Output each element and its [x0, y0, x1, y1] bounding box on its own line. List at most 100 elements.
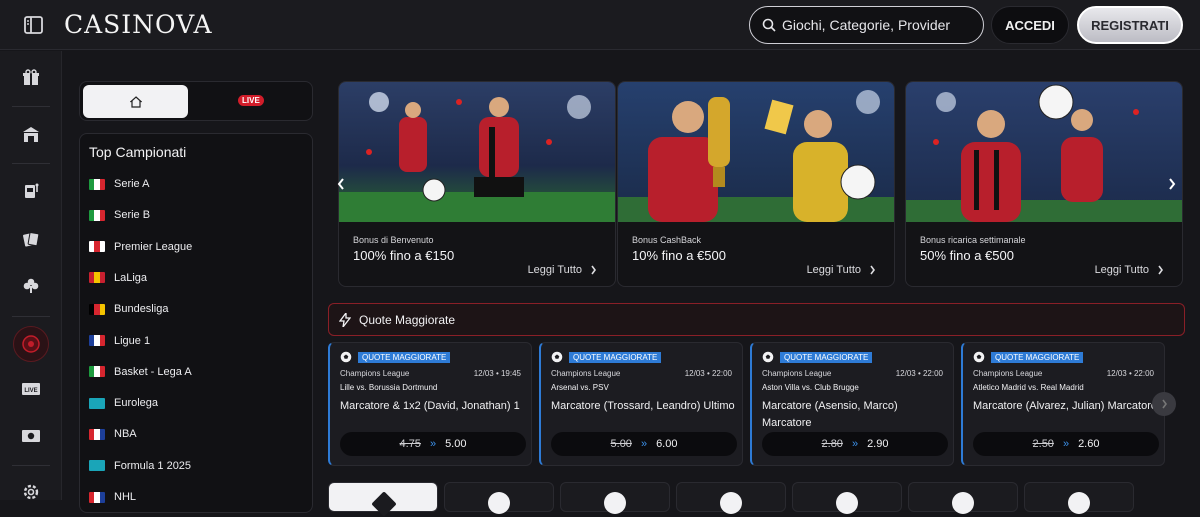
- league-label: NBA: [114, 428, 137, 441]
- league-item[interactable]: NHL: [89, 489, 136, 505]
- promo-card[interactable]: Bonus di Benvenuto 100% fino a €150 Leggi …: [338, 81, 616, 287]
- promo-image: [339, 82, 615, 222]
- league-item[interactable]: Ligue 1: [89, 333, 150, 349]
- boosted-odd-card[interactable]: QUOTE MAGGIORATE Champions League 12/03 • …: [539, 342, 743, 466]
- country-flag-icon: [89, 428, 105, 440]
- promo-title: 50% fino a €500: [920, 248, 1014, 263]
- league-item[interactable]: Eurolega: [89, 395, 158, 411]
- country-flag-icon: [89, 303, 105, 315]
- league-item[interactable]: Serie A: [89, 176, 149, 192]
- sport-tab-basket[interactable]: [560, 482, 670, 514]
- live-tv-icon[interactable]: LIVE: [13, 371, 49, 407]
- top-leagues-panel: Top Campionati Serie A Serie B Premier Lea…: [79, 133, 313, 513]
- promo-card[interactable]: Bonus CashBack 10% fino a €500 Leggi Tutto: [617, 81, 895, 287]
- tab-home[interactable]: [83, 85, 188, 118]
- double-chevron-icon: »: [1062, 438, 1070, 450]
- league-item[interactable]: Formula 1 2025: [89, 458, 191, 474]
- rail-divider: [12, 106, 50, 107]
- match-datetime: 12/03 • 22:00: [684, 369, 732, 378]
- boosted-odd-card[interactable]: QUOTE MAGGIORATE Champions League 12/03 • …: [328, 342, 532, 466]
- brand-logo[interactable]: CASINOVA: [64, 10, 213, 39]
- chevron-right-icon: [1158, 265, 1163, 275]
- clover-icon[interactable]: [13, 268, 49, 304]
- read-more-link[interactable]: Leggi Tutto: [807, 264, 876, 276]
- promo-card[interactable]: Bonus ricarica settimanale 50% fino a €50…: [905, 81, 1183, 287]
- league-label: Bundesliga: [114, 303, 169, 316]
- sport-tab-volley[interactable]: [792, 482, 902, 514]
- match-name: Aston Villa vs. Club Brugge: [762, 383, 859, 392]
- gift-icon[interactable]: [13, 60, 49, 96]
- league-item[interactable]: Serie B: [89, 207, 150, 223]
- boosted-odd-card[interactable]: QUOTE MAGGIORATE Champions League 12/03 • …: [961, 342, 1165, 466]
- new-odd: 2.60: [1078, 438, 1100, 450]
- volleyball-icon: [836, 492, 858, 514]
- roulette-icon[interactable]: [13, 326, 49, 362]
- league-label: Basket - Lega A: [114, 365, 192, 378]
- match-name: Lille vs. Borussia Dortmund: [340, 383, 438, 392]
- chevron-right-icon: [1169, 178, 1176, 190]
- casino-building-icon[interactable]: [13, 117, 49, 153]
- odds-button[interactable]: 4.75 » 5.00: [340, 432, 526, 456]
- top-bar: CASINOVA ACCEDI REGISTRATI: [0, 0, 1200, 50]
- league-item[interactable]: Basket - Lega A: [89, 364, 192, 380]
- sport-tab-football[interactable]: [444, 482, 554, 514]
- old-odd: 4.75: [399, 438, 421, 450]
- promo-image: [906, 82, 1182, 222]
- top-leagues-heading: Top Campionati: [89, 144, 187, 160]
- sport-tab-all[interactable]: [328, 482, 438, 517]
- soccer-ball-icon: [551, 351, 563, 363]
- promo-title: 10% fino a €500: [632, 248, 726, 263]
- read-more-link[interactable]: Leggi Tutto: [528, 264, 597, 276]
- sport-tab-pingpong[interactable]: [908, 482, 1018, 514]
- new-odd: 5.00: [445, 438, 467, 450]
- login-button[interactable]: ACCEDI: [991, 6, 1069, 44]
- register-button[interactable]: REGISTRATI: [1077, 6, 1183, 44]
- league-item[interactable]: LaLiga: [89, 270, 147, 286]
- read-more-label: Leggi Tutto: [1094, 264, 1149, 276]
- match-name: Atletico Madrid vs. Real Madrid: [973, 383, 1084, 392]
- odds-next-button[interactable]: [1152, 392, 1176, 416]
- match-datetime: 12/03 • 19:45: [473, 369, 521, 378]
- basketball-icon: [604, 492, 626, 514]
- promo-title: 100% fino a €150: [353, 248, 455, 263]
- tennis-icon: [720, 492, 742, 514]
- league-item[interactable]: NBA: [89, 426, 137, 442]
- league-label: Serie A: [114, 178, 150, 190]
- competition-label: Champions League: [551, 369, 621, 378]
- card-header: QUOTE MAGGIORATE: [551, 351, 662, 363]
- double-chevron-icon: »: [851, 438, 859, 450]
- match-name: Arsenal vs. PSV: [551, 383, 609, 392]
- slot-machine-icon[interactable]: [13, 173, 49, 209]
- league-item[interactable]: Premier League: [89, 239, 192, 255]
- league-label: Formula 1 2025: [114, 459, 192, 472]
- league-item[interactable]: Bundesliga: [89, 301, 168, 317]
- sport-tab-tennis[interactable]: [676, 482, 786, 514]
- sport-tab-rugby[interactable]: [1024, 482, 1134, 514]
- country-flag-icon: [89, 209, 105, 221]
- boost-badge: QUOTE MAGGIORATE: [991, 351, 1084, 363]
- league-label: LaLiga: [114, 271, 148, 284]
- boost-badge: QUOTE MAGGIORATE: [358, 351, 451, 363]
- tab-live[interactable]: LIVE: [238, 95, 264, 106]
- read-more-link[interactable]: Leggi Tutto: [1095, 264, 1164, 276]
- sidebar-toggle-icon[interactable]: [22, 14, 46, 36]
- odds-button[interactable]: 2.50 » 2.60: [973, 432, 1159, 456]
- search-box[interactable]: [749, 6, 984, 44]
- search-icon: [762, 18, 776, 32]
- odds-button[interactable]: 5.00 » 6.00: [551, 432, 737, 456]
- competition-label: Champions League: [762, 369, 832, 378]
- boosted-odd-card[interactable]: QUOTE MAGGIORATE Champions League 12/03 • …: [750, 342, 954, 466]
- soccer-ball-icon: [973, 351, 985, 363]
- search-input[interactable]: [782, 15, 977, 35]
- carousel-prev-button[interactable]: [335, 176, 347, 192]
- settings-icon[interactable]: [13, 474, 49, 510]
- promo-kicker: Bonus CashBack: [632, 235, 702, 245]
- odds-button[interactable]: 2.80 » 2.90: [762, 432, 948, 456]
- boosted-odds-header: Quote Maggiorate: [328, 303, 1185, 336]
- live-sport-icon[interactable]: [13, 418, 49, 454]
- cards-icon[interactable]: [13, 221, 49, 257]
- country-flag-icon: [89, 178, 105, 190]
- card-header: QUOTE MAGGIORATE: [973, 351, 1084, 363]
- carousel-next-button[interactable]: [1166, 176, 1178, 192]
- promo-kicker: Bonus di Benvenuto: [353, 235, 434, 245]
